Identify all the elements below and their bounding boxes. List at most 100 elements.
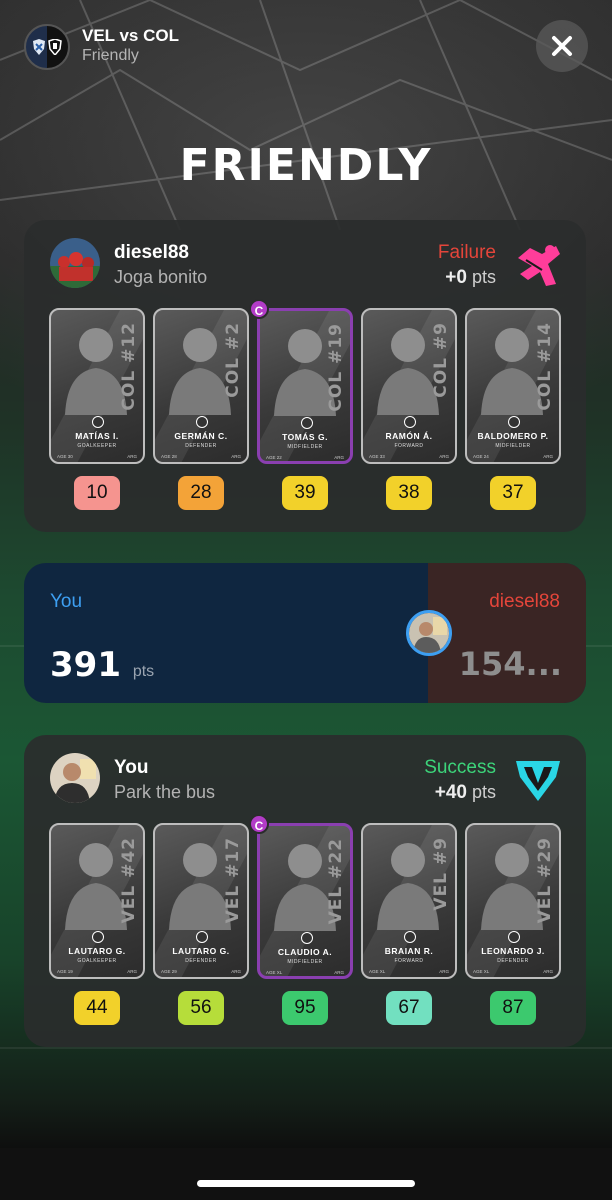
my-cards-row: VEL #42 LAUTARO G. GOALKEEPER AGE 19 ARG… <box>49 814 561 979</box>
opponent-name: diesel88 <box>114 242 189 263</box>
opponent-scores-row: 10 28 39 38 37 <box>49 476 561 512</box>
match-subtitle: Friendly <box>82 47 139 64</box>
club-badge-icon <box>92 416 104 428</box>
my-lineup-card[interactable]: You Park the bus Success +40 pts VEL #42… <box>24 735 586 1047</box>
player-name: CLAUDIO A. <box>277 947 333 957</box>
player-team: ARG <box>334 455 344 460</box>
score-pill: 56 <box>178 991 224 1025</box>
score-pill: 39 <box>282 476 328 510</box>
club-badge-icon <box>196 931 208 943</box>
player-team: ARG <box>127 969 137 974</box>
player-name: TOMÁS G. <box>282 432 328 442</box>
player-name: BALDOMERO P. <box>477 431 549 441</box>
player-card[interactable]: VEL #9 BRAIAN R. FORWARD AGE XL ARG <box>361 823 457 979</box>
player-card[interactable]: COL #9 RAMÓN Á. FORWARD AGE 33 ARG <box>361 308 457 464</box>
close-button[interactable] <box>536 20 588 72</box>
shirt-number: VEL #9 <box>431 837 451 911</box>
player-position: DEFENDER <box>497 958 529 964</box>
player-card-captain[interactable]: VEL #22 CLAUDIO A. MIDFIELDER AGE XL ARG <box>257 823 353 979</box>
club-badge-icon <box>92 931 104 943</box>
shirt-number: COL #14 <box>535 322 555 411</box>
club-badge-icon <box>301 417 313 429</box>
you-label: You <box>50 591 83 612</box>
player-age: AGE 29 <box>161 969 177 974</box>
opponent-lineup-card[interactable]: diesel88 Joga bonito Failure +0 pts COL … <box>24 220 586 532</box>
shirt-number: COL #12 <box>119 322 139 411</box>
score-comparison-card: You 391 pts diesel88 154... <box>24 563 586 703</box>
player-position: GOALKEEPER <box>77 443 117 449</box>
opponent-strategy: Joga bonito <box>114 267 208 287</box>
shirt-number: COL #2 <box>223 322 243 398</box>
player-age: AGE XL <box>266 970 283 975</box>
player-name: GERMÁN C. <box>174 431 228 441</box>
score-pill: 38 <box>386 476 432 510</box>
player-age: AGE 28 <box>161 454 177 459</box>
club-badge-icon <box>301 932 313 944</box>
score-pill: 67 <box>386 991 432 1025</box>
player-team: ARG <box>334 970 344 975</box>
my-points: +40 pts <box>435 782 496 804</box>
player-card-captain[interactable]: COL #19 TOMÁS G. MIDFIELDER AGE 22 ARG <box>257 308 353 464</box>
player-team: ARG <box>231 454 241 459</box>
my-points-unit: pts <box>471 782 496 802</box>
player-position: MIDFIELDER <box>287 959 323 965</box>
player-position: DEFENDER <box>185 443 217 449</box>
player-card[interactable]: VEL #29 LEONARDO J. DEFENDER AGE XL ARG <box>465 823 561 979</box>
home-indicator[interactable] <box>197 1180 415 1187</box>
opponent-total-points: 154... <box>458 645 562 683</box>
player-card[interactable]: COL #14 BALDOMERO P. MIDFIELDER AGE 24 A… <box>465 308 561 464</box>
club-badge-icon <box>404 416 416 428</box>
club-badge-icon <box>508 931 520 943</box>
you-total-points: 391 pts <box>50 645 154 685</box>
player-name: RAMÓN Á. <box>385 431 433 441</box>
player-card[interactable]: COL #2 GERMÁN C. DEFENDER AGE 28 ARG <box>153 308 249 464</box>
captain-badge: C <box>249 814 269 834</box>
match-crests <box>24 24 70 70</box>
player-position: MIDFIELDER <box>495 443 531 449</box>
bottom-bar <box>0 1148 612 1200</box>
page-title: FRIENDLY <box>179 140 433 191</box>
player-card[interactable]: COL #12 MATÍAS I. GOALKEEPER AGE 30 ARG <box>49 308 145 464</box>
my-avatar <box>50 753 100 803</box>
vel-crest-icon <box>33 39 45 55</box>
shirt-number: COL #19 <box>326 323 346 412</box>
you-points-unit: pts <box>132 663 155 680</box>
player-team: ARG <box>543 454 553 459</box>
close-icon <box>552 36 572 56</box>
opponent-points: +0 pts <box>445 267 496 289</box>
match-header: VEL vs COL Friendly <box>24 20 588 72</box>
my-strategy: Park the bus <box>114 782 216 802</box>
player-age: AGE XL <box>473 969 490 974</box>
opponent-result: Failure <box>437 242 496 263</box>
player-age: AGE 33 <box>369 454 385 459</box>
player-position: GOALKEEPER <box>77 958 117 964</box>
player-age: AGE 24 <box>473 454 489 459</box>
cyan-shield-icon <box>516 761 560 801</box>
my-scores-row: 44 56 95 67 87 <box>49 991 561 1027</box>
player-position: FORWARD <box>394 958 424 964</box>
shirt-number: COL #9 <box>431 322 451 398</box>
opponent-points-unit: pts <box>471 267 496 287</box>
player-name: BRAIAN R. <box>384 946 434 956</box>
club-badge-icon <box>196 416 208 428</box>
pink-player-icon <box>518 245 560 286</box>
my-points-value: +40 <box>434 782 467 803</box>
score-pill: 44 <box>74 991 120 1025</box>
player-team: ARG <box>127 454 137 459</box>
shirt-number: VEL #22 <box>326 838 346 925</box>
player-team: ARG <box>543 969 553 974</box>
opponent-points-value: +0 <box>445 267 467 288</box>
player-position: DEFENDER <box>185 958 217 964</box>
score-pill: 28 <box>178 476 224 510</box>
player-team: ARG <box>439 969 449 974</box>
shirt-number: VEL #29 <box>535 837 555 924</box>
shirt-number: VEL #42 <box>119 837 139 924</box>
player-name: LAUTARO G. <box>172 946 230 956</box>
score-pill: 10 <box>74 476 120 510</box>
you-points-value: 391 <box>50 645 121 685</box>
opponent-avatar <box>50 238 100 288</box>
player-card[interactable]: VEL #42 LAUTARO G. GOALKEEPER AGE 19 ARG <box>49 823 145 979</box>
opponent-cards-row: COL #12 MATÍAS I. GOALKEEPER AGE 30 ARG … <box>49 299 561 464</box>
player-position: FORWARD <box>394 443 424 449</box>
player-card[interactable]: VEL #17 LAUTARO G. DEFENDER AGE 29 ARG <box>153 823 249 979</box>
